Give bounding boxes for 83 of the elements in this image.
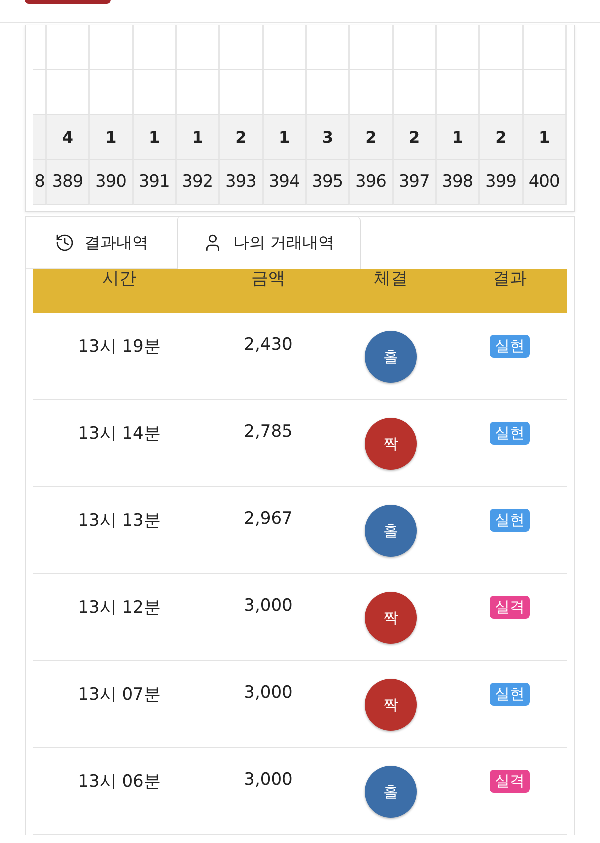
round-number-cell: 390 bbox=[90, 160, 134, 205]
round-number-cell: 392 bbox=[176, 160, 220, 205]
result-badge: 실격 bbox=[490, 596, 530, 619]
round-number-cell: 400 bbox=[524, 160, 567, 205]
amount-cell: 2,967 bbox=[244, 509, 293, 529]
time-cell-text: 13시 13분 bbox=[78, 510, 161, 532]
bet-badge: 짝 bbox=[365, 418, 417, 470]
grid-cell bbox=[176, 25, 220, 70]
grid-cell bbox=[90, 70, 134, 115]
grid-cell bbox=[524, 25, 567, 70]
grid-cell bbox=[436, 70, 480, 115]
result-badge: 실현 bbox=[490, 335, 530, 358]
count-cell: 4 bbox=[47, 115, 90, 160]
round-number-cell: 396 bbox=[350, 160, 394, 205]
grid-cell bbox=[90, 25, 134, 70]
time-cell-text: 13시 12분 bbox=[78, 597, 161, 619]
column-header: 결과 bbox=[493, 268, 527, 290]
grid-cell bbox=[134, 70, 177, 115]
grid-cell bbox=[220, 25, 264, 70]
tab[interactable]: 나의 거래내역 bbox=[177, 217, 361, 269]
grid-cell bbox=[350, 70, 394, 115]
time-cell-text: 13시 19분 bbox=[78, 336, 161, 358]
amount-cell: 3,000 bbox=[244, 596, 293, 616]
bet-badge: 홀 bbox=[365, 766, 417, 818]
column-header: 금액 bbox=[252, 268, 286, 290]
amount-cell: 2,430 bbox=[244, 335, 293, 355]
round-number-cell: 8 bbox=[33, 160, 47, 205]
round-number-cell: 391 bbox=[134, 160, 177, 205]
bet-badge: 홀 bbox=[365, 505, 417, 557]
count-cell: 2 bbox=[220, 115, 264, 160]
count-cell: 1 bbox=[134, 115, 177, 160]
column-header: 시간 bbox=[102, 268, 136, 290]
round-number-cell: 399 bbox=[480, 160, 524, 205]
count-cell: 2 bbox=[350, 115, 394, 160]
grid-cell bbox=[306, 70, 350, 115]
result-badge: 실현 bbox=[490, 509, 530, 532]
grid-cell bbox=[220, 70, 264, 115]
grid-cell bbox=[33, 70, 47, 115]
count-cell: 1 bbox=[264, 115, 307, 160]
top-button[interactable] bbox=[25, 0, 111, 4]
round-number-cell: 395 bbox=[306, 160, 350, 205]
amount-cell: 3,000 bbox=[244, 770, 293, 790]
column-header: 체결 bbox=[374, 268, 408, 290]
count-cell: 1 bbox=[176, 115, 220, 160]
grid-cell bbox=[47, 70, 90, 115]
bet-badge: 짝 bbox=[365, 679, 417, 731]
amount-cell: 3,000 bbox=[244, 683, 293, 703]
result-badge: 실현 bbox=[490, 683, 530, 706]
count-cell: 1 bbox=[90, 115, 134, 160]
time-cell-text: 13시 06분 bbox=[78, 771, 161, 793]
bet-badge: 홀 bbox=[365, 331, 417, 383]
grid-cell bbox=[47, 25, 90, 70]
grid-cell bbox=[480, 70, 524, 115]
amount-cell: 2,785 bbox=[244, 422, 293, 442]
grid-cell bbox=[306, 25, 350, 70]
count-cell: 2 bbox=[480, 115, 524, 160]
grid-cell bbox=[436, 25, 480, 70]
grid-cell bbox=[264, 25, 307, 70]
grid-cell bbox=[480, 25, 524, 70]
history-icon bbox=[54, 233, 74, 253]
count-cell: 1 bbox=[436, 115, 480, 160]
count-cell: 2 bbox=[394, 115, 437, 160]
count-cell: 3 bbox=[306, 115, 350, 160]
grid-cell bbox=[524, 70, 567, 115]
count-cell: 1 bbox=[524, 115, 567, 160]
bet-badge: 짝 bbox=[365, 592, 417, 644]
round-number-cell: 389 bbox=[47, 160, 90, 205]
round-number-cell: 394 bbox=[264, 160, 307, 205]
grid-cell bbox=[176, 70, 220, 115]
time-cell-text: 13시 14분 bbox=[78, 423, 161, 445]
grid-cell bbox=[350, 25, 394, 70]
round-number-cell: 393 bbox=[220, 160, 264, 205]
round-number-cell: 397 bbox=[394, 160, 437, 205]
result-badge: 실격 bbox=[490, 770, 530, 793]
grid-cell bbox=[394, 70, 437, 115]
count-cell bbox=[33, 115, 47, 160]
grid-cell bbox=[264, 70, 307, 115]
grid-cell bbox=[33, 25, 47, 70]
time-cell-text: 13시 07분 bbox=[78, 684, 161, 706]
grid-cell bbox=[134, 25, 177, 70]
grid-cell bbox=[394, 25, 437, 70]
round-number-cell: 398 bbox=[436, 160, 480, 205]
result-badge: 실현 bbox=[490, 422, 530, 445]
